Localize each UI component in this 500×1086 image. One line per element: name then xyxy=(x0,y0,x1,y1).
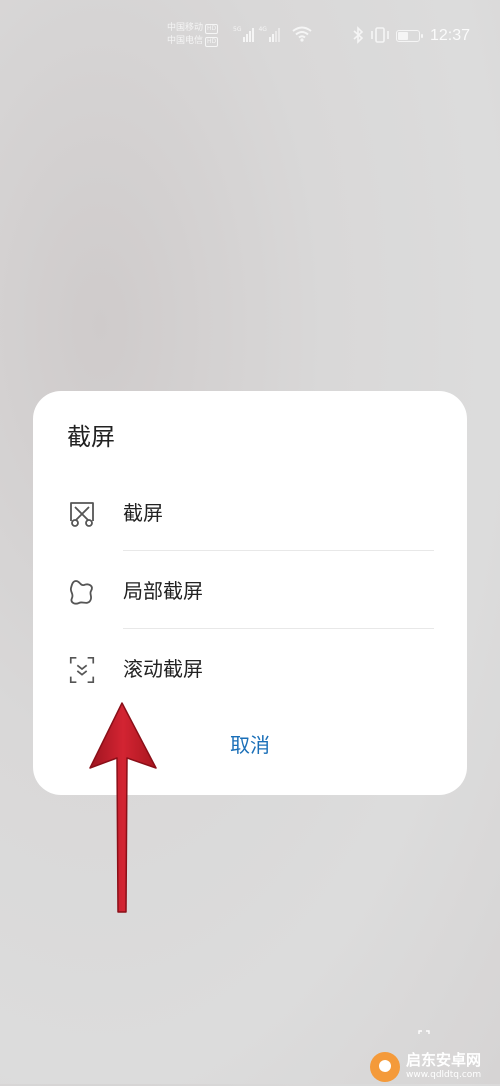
network-type-1: 5G xyxy=(233,26,242,33)
option-label-screenshot: 截屏 xyxy=(123,501,163,525)
watermark-logo-icon xyxy=(370,1052,400,1082)
watermark-text: 启东安卓网 xyxy=(406,1051,482,1069)
option-partial-screenshot[interactable]: 局部截屏 xyxy=(33,553,467,630)
hd-badge-2: HD xyxy=(205,36,219,47)
status-time: 12:37 xyxy=(430,27,471,44)
divider-1 xyxy=(123,550,434,551)
dialog-title: 截屏 xyxy=(67,423,115,451)
screenshot-scissors-icon xyxy=(70,502,94,527)
vibrate-icon xyxy=(371,27,389,43)
signal-icon: 5G 4G xyxy=(233,26,280,42)
watermark-url: www.qdldtq.com xyxy=(406,1070,482,1080)
hd-badge-1: HD xyxy=(205,23,219,34)
wifi-icon xyxy=(292,26,312,42)
divider-2 xyxy=(123,628,434,629)
bluetooth-icon xyxy=(353,26,364,44)
network-type-2: 4G xyxy=(258,26,267,33)
battery-icon xyxy=(396,30,423,42)
carrier-2: 中国电信 xyxy=(167,36,204,46)
carrier-1: 中国移动 xyxy=(167,23,204,33)
corner-mark-icon xyxy=(418,1030,430,1034)
signal-bars-2 xyxy=(268,26,280,42)
option-label-scrolling: 滚动截屏 xyxy=(123,657,203,681)
option-label-partial: 局部截屏 xyxy=(123,579,203,603)
carrier-info: 中国移动 HD 中国电信 HD xyxy=(167,22,219,48)
status-bar: 中国移动 HD 中国电信 HD 5G 4G 12:37 xyxy=(0,0,500,72)
battery-fill xyxy=(398,32,408,40)
scrolling-screenshot-icon xyxy=(69,656,95,684)
signal-bars-1 xyxy=(243,26,255,42)
watermark: 启东安卓网 www.qdldtq.com xyxy=(362,1046,500,1086)
option-scrolling-screenshot[interactable]: 滚动截屏 xyxy=(33,631,467,708)
annotation-arrow xyxy=(89,702,157,913)
partial-screenshot-icon xyxy=(69,580,93,605)
option-screenshot[interactable]: 截屏 xyxy=(33,475,467,552)
